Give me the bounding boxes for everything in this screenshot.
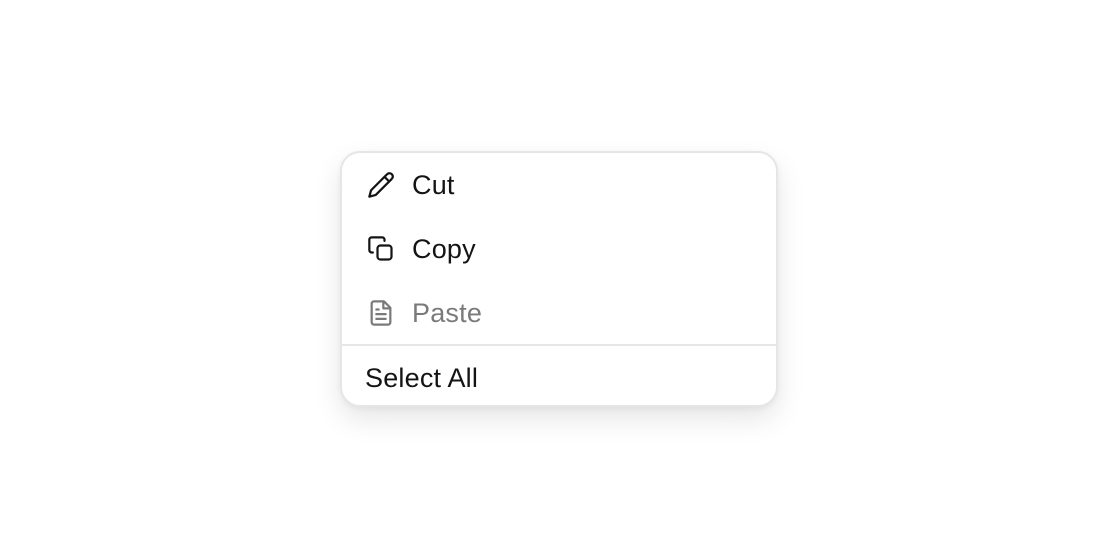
menu-item-label: Copy — [412, 233, 476, 264]
menu-item-label: Cut — [412, 169, 455, 200]
menu-item-copy[interactable]: Copy — [342, 217, 776, 281]
menu-divider — [342, 344, 776, 346]
document-icon — [366, 298, 396, 328]
menu-item-select-all[interactable]: Select All — [342, 347, 776, 405]
menu-item-cut[interactable]: Cut — [342, 153, 776, 217]
context-menu: Cut Copy Paste Select All — [340, 151, 778, 407]
screen: Cut Copy Paste Select All — [0, 0, 1120, 560]
pencil-icon — [366, 170, 396, 200]
menu-item-label: Paste — [412, 297, 483, 328]
menu-item-paste[interactable]: Paste — [342, 281, 776, 345]
copy-icon — [366, 234, 396, 264]
menu-item-label: Select All — [365, 362, 479, 393]
